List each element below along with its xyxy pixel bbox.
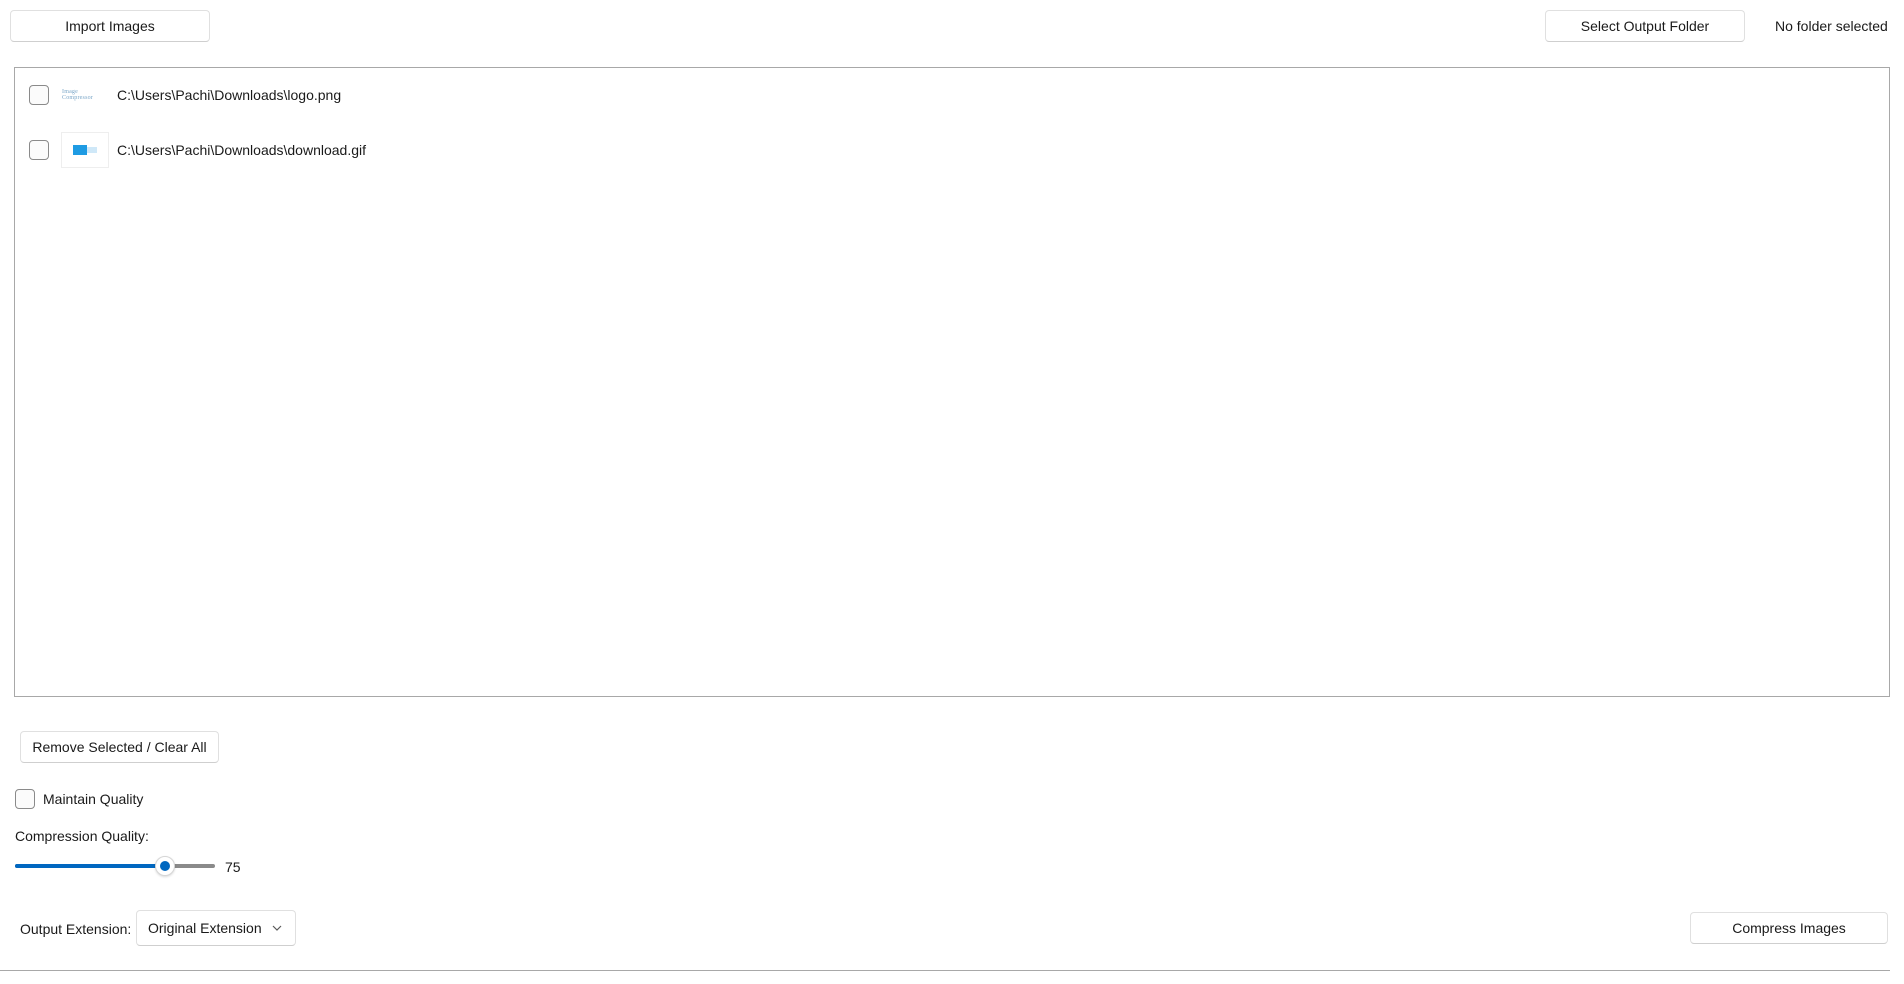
- image-list[interactable]: Image Compressor C:\Users\Pachi\Download…: [14, 67, 1890, 697]
- output-extension-dropdown[interactable]: Original Extension: [136, 910, 296, 946]
- app-window: Import Images Select Output Folder No fo…: [0, 0, 1904, 984]
- logo-thumbnail: Image Compressor: [61, 77, 109, 113]
- gif-thumbnail: [61, 132, 109, 168]
- remove-selected-button[interactable]: Remove Selected / Clear All: [20, 731, 219, 763]
- compression-quality-value: 75: [225, 859, 241, 875]
- select-output-folder-button[interactable]: Select Output Folder: [1545, 10, 1745, 42]
- compress-images-button[interactable]: Compress Images: [1690, 912, 1888, 944]
- output-extension-label: Output Extension:: [20, 921, 132, 937]
- folder-status-label: No folder selected: [1775, 18, 1888, 34]
- compression-quality-slider[interactable]: [15, 856, 215, 876]
- list-item-path: C:\Users\Pachi\Downloads\logo.png: [117, 87, 342, 103]
- logo-thumbnail-text: Image Compressor: [62, 89, 93, 101]
- list-item[interactable]: Image Compressor C:\Users\Pachi\Download…: [29, 73, 1903, 117]
- list-item-checkbox[interactable]: [29, 85, 49, 105]
- bottom-divider: [0, 970, 1890, 971]
- list-item[interactable]: C:\Users\Pachi\Downloads\download.gif: [29, 128, 1903, 172]
- list-item-path: C:\Users\Pachi\Downloads\download.gif: [117, 142, 367, 158]
- slider-thumb[interactable]: [155, 856, 175, 876]
- maintain-quality-label: Maintain Quality: [43, 791, 144, 807]
- chevron-down-icon: [272, 925, 282, 931]
- import-images-button[interactable]: Import Images: [10, 10, 210, 42]
- output-extension-value: Original Extension: [148, 920, 262, 936]
- slider-fill: [15, 864, 165, 868]
- compression-quality-label: Compression Quality:: [15, 828, 149, 844]
- maintain-quality-checkbox[interactable]: [15, 789, 35, 809]
- list-item-checkbox[interactable]: [29, 140, 49, 160]
